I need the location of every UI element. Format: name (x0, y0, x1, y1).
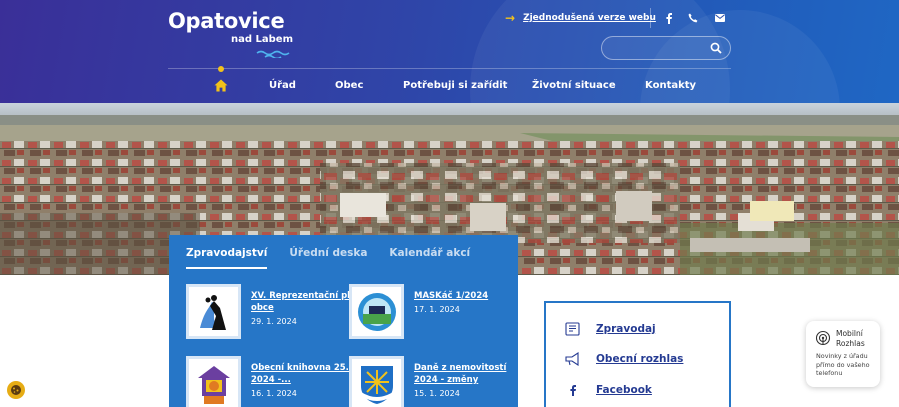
library-reader-icon (191, 361, 236, 406)
nav-item-urad[interactable]: Úřad (269, 78, 296, 92)
search-input[interactable] (612, 40, 708, 56)
news-thumbnail (186, 356, 241, 407)
search-box (601, 36, 731, 60)
news-title[interactable]: MASKáč 1/2024 (414, 290, 524, 302)
tab-uredni-deska[interactable]: Úřední deska (289, 247, 367, 269)
news-thumbnail (186, 284, 241, 339)
active-nav-indicator (218, 66, 224, 72)
link-zpravodaj[interactable]: Zpravodaj (564, 322, 656, 336)
tab-zpravodajstvi[interactable]: Zpravodajství (186, 247, 268, 269)
mobile-rozhlas-widget[interactable]: Mobilní Rozhlas Novinky z úřadu přímo do… (806, 321, 880, 387)
nav-item-kontakty[interactable]: Kontakty (645, 78, 696, 92)
news-date: 16. 1. 2024 (251, 389, 297, 398)
home-icon[interactable] (214, 77, 228, 92)
site-logo[interactable]: Opatovice nad Labem (168, 6, 298, 62)
easy-version-link[interactable]: → Zjednodušená verze webu (505, 11, 656, 25)
news-item[interactable]: XV. Reprezentační ples obce 29. 1. 2024 (186, 284, 361, 339)
site-header: Opatovice nad Labem → Zjednodušená verze… (0, 0, 899, 103)
nav-item-potrebuji-si-zaridit[interactable]: Potřebuji si zařídit (403, 78, 507, 92)
phone-icon[interactable] (685, 10, 701, 26)
megaphone-icon (564, 352, 582, 366)
page: Opatovice nad Labem → Zjednodušená verze… (0, 0, 899, 407)
news-thumbnail (349, 284, 404, 339)
nav-item-label: Úřad (269, 79, 296, 91)
news-title[interactable]: Daně z nemovitostí 2024 - změny (414, 362, 524, 386)
search-icon[interactable] (710, 42, 722, 54)
cookie-icon (11, 385, 21, 395)
mobile-rozhlas-description: Novinky z úřadu přímo do vašeho telefonu (816, 352, 870, 377)
mail-icon[interactable] (712, 10, 728, 26)
cookie-settings-button[interactable] (7, 381, 25, 399)
news-item[interactable]: MASKáč 1/2024 17. 1. 2024 (349, 284, 524, 339)
logo-subtitle: nad Labem (231, 34, 293, 45)
mobile-rozhlas-title-line: Rozhlas (836, 339, 865, 348)
nav-item-label: Obec (335, 79, 364, 91)
news-date: 17. 1. 2024 (414, 305, 460, 314)
maskac-logo-icon (354, 289, 399, 334)
news-panel: Zpravodajství Úřední deska Kalendář akcí… (169, 235, 518, 407)
nav-item-label: Životní situace (532, 79, 616, 91)
link-label: Zpravodaj (596, 323, 656, 335)
tab-kalendar-akci[interactable]: Kalendář akcí (389, 247, 470, 269)
link-obecni-rozhlas[interactable]: Obecní rozhlas (564, 352, 683, 366)
nav-divider (168, 68, 731, 69)
dancing-couple-icon (191, 289, 236, 334)
news-tabs: Zpravodajství Úřední deska Kalendář akcí (186, 247, 470, 269)
quick-links-box: Zpravodaj Obecní rozhlas Facebook (544, 301, 731, 407)
facebook-icon (564, 383, 582, 397)
wave-logo-icon (256, 50, 290, 58)
nav-item-zivotni-situace[interactable]: Životní situace (532, 78, 616, 92)
news-date: 15. 1. 2024 (414, 389, 460, 398)
nav-item-obec[interactable]: Obec (335, 78, 363, 92)
news-thumbnail (349, 356, 404, 407)
facebook-icon[interactable] (661, 10, 677, 26)
coat-of-arms-icon (354, 361, 399, 406)
link-label: Facebook (596, 384, 652, 396)
nav-item-label: Potřebuji si zařídit (403, 79, 508, 91)
nav-item-label: Kontakty (645, 79, 697, 91)
broadcast-icon (815, 330, 831, 346)
news-item[interactable]: Obecní knihovna 25. 1. 2024 -... 16. 1. … (186, 356, 361, 407)
news-title[interactable]: XV. Reprezentační ples obce (251, 290, 361, 314)
news-item[interactable]: Daně z nemovitostí 2024 - změny 15. 1. 2… (349, 356, 524, 407)
easy-version-label: Zjednodušená verze webu (523, 13, 656, 23)
arrow-right-icon: → (505, 11, 516, 25)
news-title[interactable]: Obecní knihovna 25. 1. 2024 -... (251, 362, 361, 386)
link-facebook[interactable]: Facebook (564, 383, 652, 397)
mobile-rozhlas-title-line: Mobilní (836, 329, 863, 338)
newspaper-icon (564, 322, 582, 336)
news-date: 29. 1. 2024 (251, 317, 297, 326)
header-divider (650, 8, 651, 28)
link-label: Obecní rozhlas (596, 353, 684, 365)
logo-title: Opatovice (168, 9, 285, 33)
mobile-rozhlas-title: Mobilní Rozhlas (836, 329, 865, 349)
